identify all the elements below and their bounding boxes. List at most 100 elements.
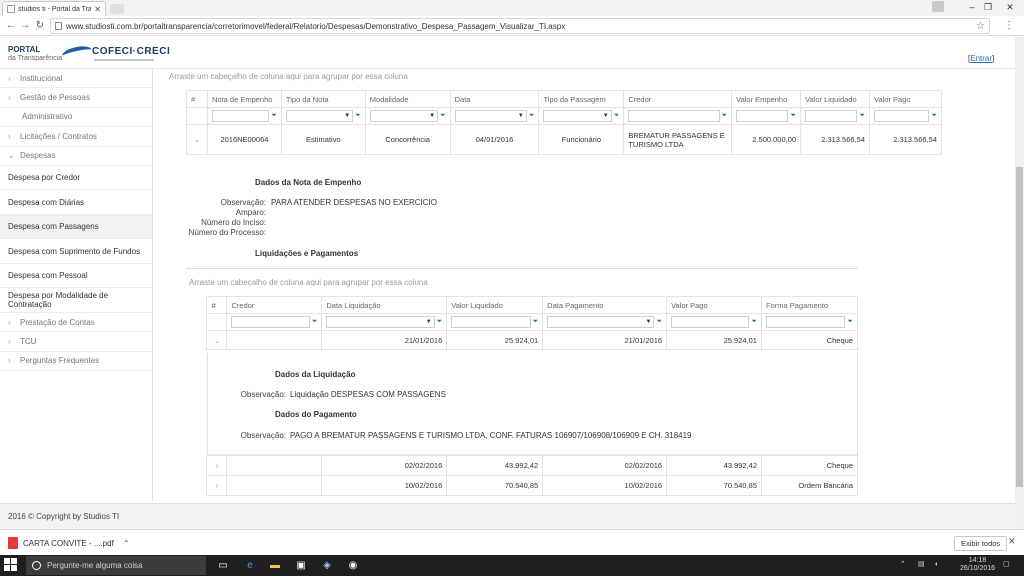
sub-col-header-data-liq[interactable]: Data Liquidação [321,296,448,314]
filter-input-valor-liquidado[interactable] [805,110,858,122]
list-item[interactable]: ⌄ 21/01/2016 25.924,01 21/01/2016 25.924… [186,330,859,350]
url-field[interactable]: www.studiosti.com.br/portaltransparencia… [50,18,990,34]
col-header-nota[interactable]: Nota de Empenho [206,90,282,108]
filter-select-tipo-passagem[interactable]: ▼ [543,110,612,122]
back-arrow-icon[interactable]: ← [4,19,18,33]
filter-select-modalidade[interactable]: ▼ [369,110,439,122]
col-header-valor-empenho[interactable]: Valor Empenho [731,90,802,108]
sub-group-by-hint[interactable]: Arraste um cabeçalho de coluna aqui para… [189,278,428,287]
sidebar-item-licitacoes[interactable]: › Licitações / Contratos [0,127,152,147]
filter-funnel-icon[interactable]: ⏷ [931,112,937,120]
filter-funnel-icon[interactable]: ⏷ [533,318,539,326]
windows-start-icon[interactable] [4,558,18,572]
user-profile-icon[interactable] [932,1,944,12]
collapse-row-icon[interactable]: ⌄ [186,124,208,155]
expand-row-icon[interactable]: › [206,455,228,476]
col-header-valor-pago[interactable]: Valor Pago [869,90,942,108]
filter-funnel-icon[interactable]: ⏷ [722,112,728,120]
edge-browser-icon[interactable]: e [243,558,257,572]
filter-funnel-icon[interactable]: ⏷ [614,112,620,120]
url-text[interactable]: www.studiosti.com.br/portaltransparencia… [66,22,972,31]
sub-col-header-credor[interactable]: Credor [226,296,323,314]
network-icon[interactable]: ▤ [918,561,925,569]
col-header-modalidade[interactable]: Modalidade [364,90,451,108]
sidebar-item-despesas[interactable]: ⌄ Despesas [0,147,152,166]
taskbar-clock[interactable]: 14:18 26/10/2016 [960,557,995,573]
new-tab-button[interactable] [110,4,124,14]
notifications-icon[interactable]: ▢ [1003,561,1010,569]
group-by-hint[interactable]: Arraste um cabeçalho de coluna aqui para… [169,72,408,81]
col-header-valor-liquidado[interactable]: Valor Liquidado [800,90,870,108]
sidebar-item-perguntas[interactable]: › Perguntas Frequentes [0,352,152,372]
sub-col-header-data-pag[interactable]: Data Pagamento [542,296,668,314]
col-header-tipo[interactable]: Tipo da Nota [280,90,366,108]
file-explorer-icon[interactable]: ▬ [268,558,282,572]
sidebar-item-despesa-passagens[interactable]: Despesa com Passagens [0,214,152,240]
chevron-up-icon[interactable]: ⌃ [123,539,130,548]
sidebar-item-despesa-suprimento[interactable]: Despesa com Suprimento de Fundos [0,239,152,264]
download-item[interactable]: CARTA CONVITE - ....pdf ⌃ [8,534,130,552]
sidebar-item-tcu[interactable]: › TCU [0,332,152,352]
login-link[interactable]: Entrar [970,54,992,63]
sidebar-item-despesa-pessoal[interactable]: Despesa com Pessoal [0,264,152,289]
sidebar-item-despesa-modalidade[interactable]: Despesa por Modalidade de Contratação [0,288,152,313]
list-item[interactable]: › 10/02/2016 70.540,85 10/02/2016 70.540… [186,475,858,496]
sub-filter-date-pag[interactable]: ▼ [547,316,655,328]
table-row[interactable]: ⌄ 2016NE00064 Estimativo Concorrência 04… [186,124,942,155]
show-all-downloads-button[interactable]: Exibir todos [954,536,1008,551]
sub-filter-input-credor[interactable] [231,316,310,328]
chrome-icon[interactable]: ◉ [346,558,360,572]
reload-icon[interactable]: ↻ [33,19,47,33]
filter-input-valor-empenho[interactable] [736,110,789,122]
store-icon[interactable]: ▣ [294,558,308,572]
filter-funnel-icon[interactable]: ⏷ [271,112,277,120]
sub-filter-input-forma[interactable] [765,316,846,328]
portal-logo[interactable]: PORTAL da Transparência [8,45,62,63]
col-header-data[interactable]: Data [449,90,540,108]
filter-input-valor-pago[interactable] [874,110,930,122]
page-info-icon[interactable] [55,22,62,30]
sub-col-header-forma[interactable]: Forma Pagamento [760,296,859,314]
filter-select-tipo[interactable]: ▼ [285,110,354,122]
filter-input-credor[interactable] [628,110,720,122]
scrollbar-thumb[interactable] [1016,167,1023,487]
window-close-button[interactable]: ✕ [996,0,1024,14]
bookmark-star-icon[interactable]: ☆ [976,21,985,32]
browser-tab[interactable]: studios ti - Portal da Tran ✕ [2,1,106,16]
tab-close-icon[interactable]: ✕ [94,5,101,14]
sub-col-header-valor-pag[interactable]: Valor Pago [666,296,762,314]
filter-input-nota[interactable] [211,110,270,122]
filter-funnel-icon[interactable]: ⏷ [751,318,757,326]
filter-funnel-icon[interactable]: ⏷ [312,318,318,326]
collapse-row-icon[interactable]: ⌄ [206,330,228,350]
app-icon[interactable]: ◈ [320,558,334,572]
filter-funnel-icon[interactable]: ⏷ [790,112,796,120]
sidebar-item-despesa-credor[interactable]: Despesa por Credor [0,166,152,191]
col-header-tipo-passagem[interactable]: Tipo da Passagem [538,90,625,108]
task-view-icon[interactable]: ▭ [216,558,230,572]
browser-menu-icon[interactable]: ⋮ [1002,19,1016,33]
volume-icon[interactable]: ◖ [934,561,938,569]
filter-funnel-icon[interactable]: ⏷ [656,318,662,326]
sub-filter-input-valor-liq[interactable] [451,316,531,328]
sidebar-item-institucional[interactable]: › Institucional [0,69,152,89]
filter-date-data[interactable]: ▼ [454,110,527,122]
list-item[interactable]: › 02/02/2016 43.992,42 02/02/2016 43.992… [186,455,858,476]
sidebar-item-prestacao-contas[interactable]: › Prestação de Contas [0,313,152,333]
sub-col-header-valor-liq[interactable]: Valor Liquidado [446,296,544,314]
filter-funnel-icon[interactable]: ⏷ [847,318,853,326]
sidebar-item-despesa-diarias[interactable]: Despesa com Diárias [0,190,152,215]
vertical-scrollbar[interactable] [1015,37,1024,529]
filter-funnel-icon[interactable]: ⏷ [440,112,446,120]
tray-chevron-up-icon[interactable]: ⌃ [900,561,906,569]
sidebar-item-gestao-pessoas[interactable]: › Gestão de Pessoas [0,88,152,108]
filter-funnel-icon[interactable]: ⏷ [529,112,535,120]
download-bar-close-icon[interactable]: ✕ [1008,536,1016,547]
sub-filter-date-liq[interactable]: ▼ [326,316,435,328]
expand-row-icon[interactable]: › [206,475,228,496]
download-file-name[interactable]: CARTA CONVITE - ....pdf [23,539,114,548]
filter-funnel-icon[interactable]: ⏷ [437,318,443,326]
sidebar-item-administrativo[interactable]: Administrativo [0,108,152,128]
filter-funnel-icon[interactable]: ⏷ [859,112,865,120]
col-header-credor[interactable]: Credor [623,90,733,108]
